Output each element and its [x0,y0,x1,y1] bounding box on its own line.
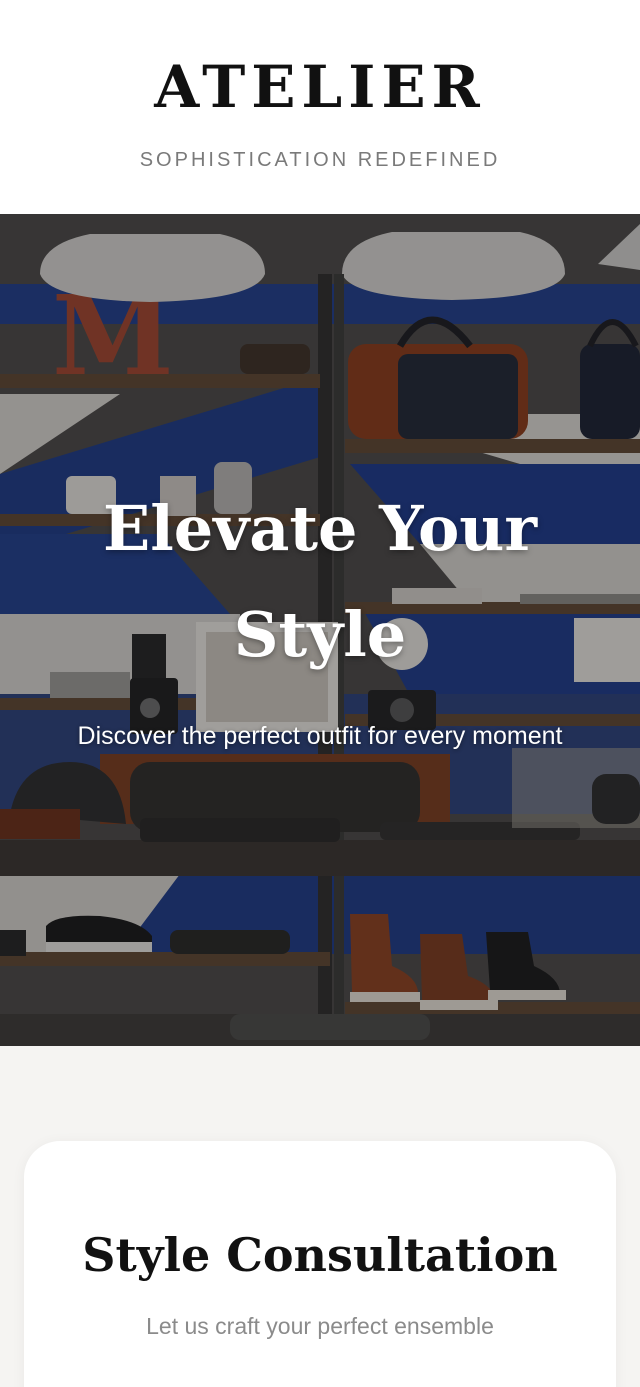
brand-logo[interactable]: ATELIER [0,52,640,122]
consultation-subtitle: Let us craft your perfect ensemble [146,1313,494,1339]
consultation-title: Style Consultation [82,1228,558,1282]
hero-banner: M Elevate Your Style Discover the perfec… [0,214,640,1046]
brand-tagline: SOPHISTICATION REDEFINED [139,149,501,171]
site-header: ATELIER SOPHISTICATION REDEFINED [0,0,640,214]
hero-subtitle: Discover the perfect outfit for every mo… [77,722,563,750]
hero-title: Elevate Your Style [102,492,538,671]
consultation-card[interactable]: Style Consultation Let us craft your per… [24,1141,616,1387]
